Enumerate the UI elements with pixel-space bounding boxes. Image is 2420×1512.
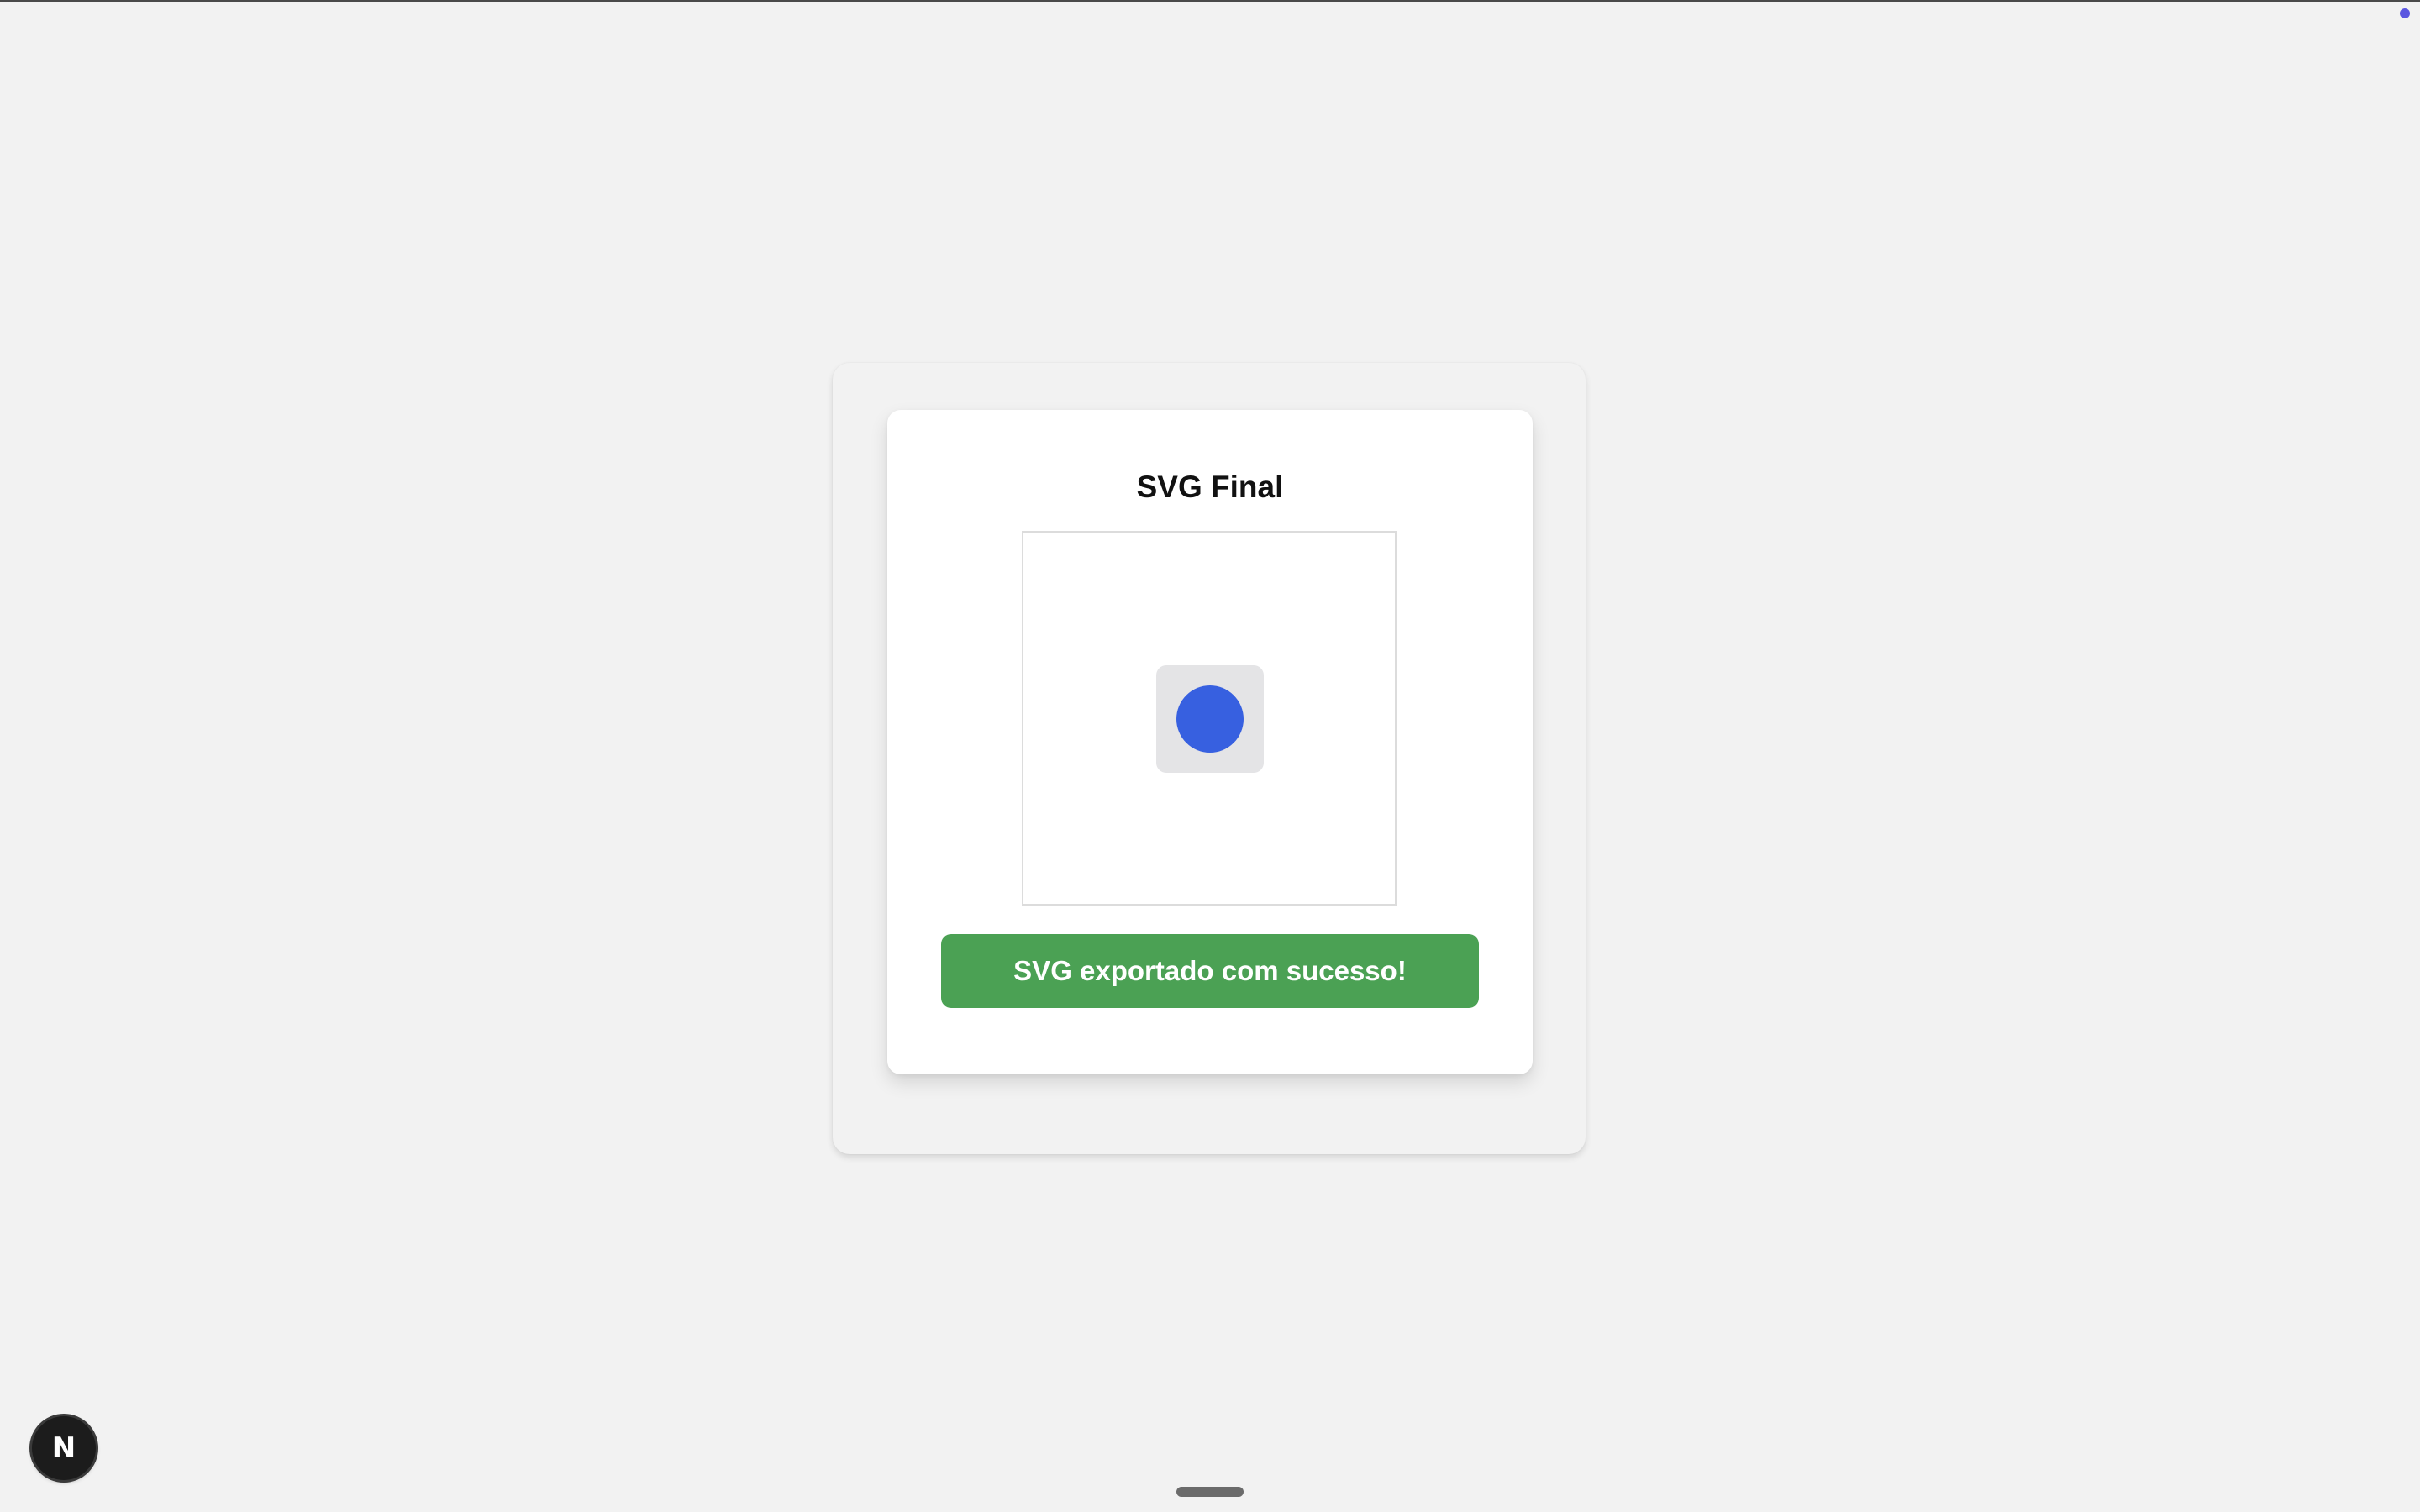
card-title: SVG Final: [1136, 470, 1284, 504]
dev-badge-label: N: [51, 1431, 76, 1465]
export-success-button[interactable]: SVG exportado com sucesso!: [941, 934, 1479, 1008]
status-dot-icon: [2400, 8, 2410, 18]
circle-shape-icon: [1176, 685, 1244, 753]
home-indicator: [1176, 1487, 1244, 1497]
top-border-line: [0, 0, 2420, 2]
nextjs-logo-icon[interactable]: N: [32, 1416, 96, 1480]
